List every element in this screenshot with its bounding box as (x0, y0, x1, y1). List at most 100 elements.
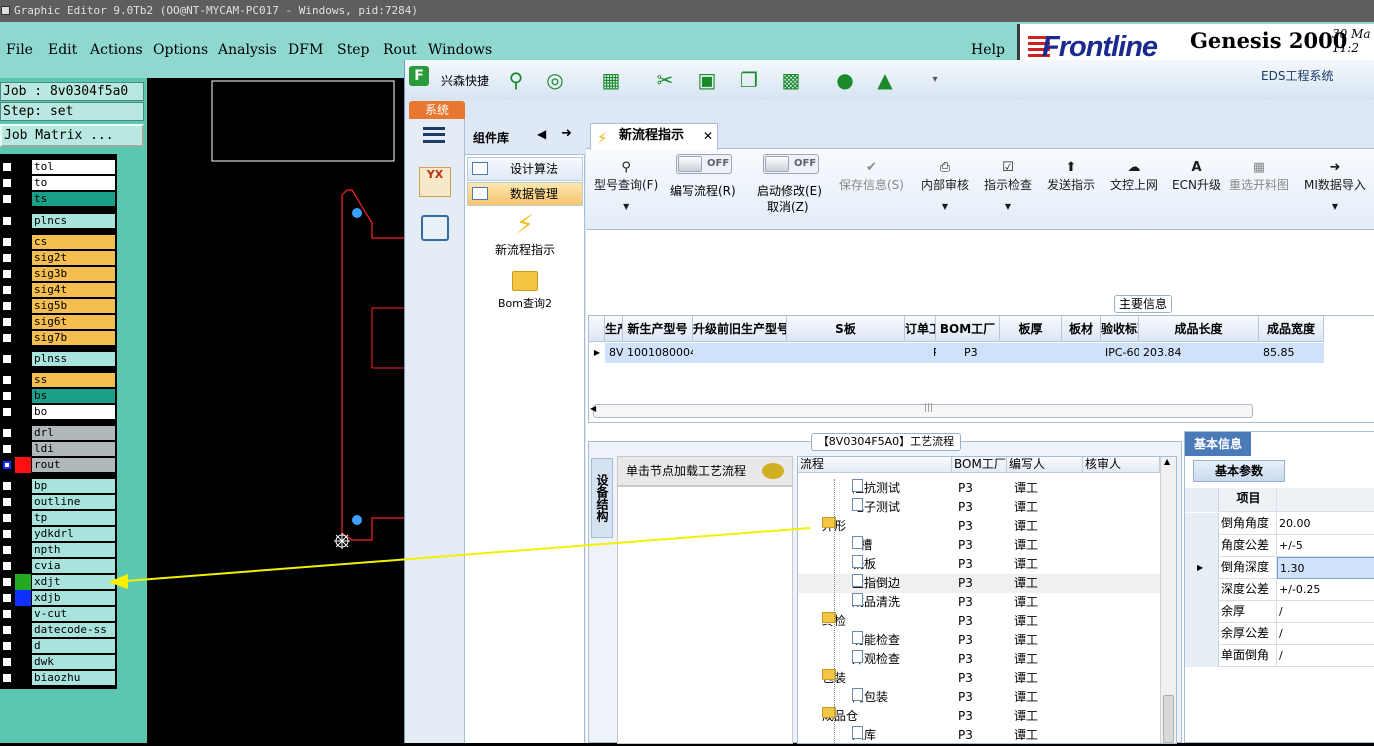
layer-checkbox[interactable] (2, 561, 12, 571)
layer-row-v-cut[interactable]: v-cut (0, 606, 116, 622)
grid-header-col-7[interactable]: 板材 (1062, 316, 1101, 342)
tab-close-icon[interactable]: ✕ (703, 124, 713, 148)
layer-name[interactable]: v-cut (31, 606, 116, 622)
tab-new-flow[interactable]: ⚡ 新流程指示 ✕ (590, 123, 718, 150)
tree-row[interactable]: −终检P3谭工 (798, 612, 1160, 631)
layer-name[interactable]: ss (31, 372, 116, 388)
user-icon[interactable]: ● (833, 68, 857, 92)
copy-icon[interactable]: ❐ (737, 68, 761, 92)
layer-checkbox[interactable] (2, 460, 12, 470)
layer-name[interactable]: ldi (31, 441, 116, 457)
layer-name[interactable]: cvia (31, 558, 116, 574)
layer-name[interactable]: bo (31, 404, 116, 420)
tab-basic-info[interactable]: 基本信息 (1185, 432, 1251, 456)
layer-checkbox[interactable] (2, 162, 12, 172)
layer-row-npth[interactable]: npth (0, 542, 116, 558)
layer-row-sig4t[interactable]: sig4t (0, 282, 116, 298)
tree-row[interactable]: 入库 P3 谭工 (798, 726, 1160, 743)
grid-cell-col-1[interactable]: 10010800042635 (623, 343, 693, 363)
grid-cell-col-3[interactable] (787, 343, 905, 363)
layer-row-bs[interactable]: bs (0, 388, 116, 404)
layer-name[interactable]: xdjt (31, 574, 116, 590)
layer-checkbox[interactable] (2, 375, 12, 385)
search-icon[interactable]: ⚲ (504, 68, 528, 92)
layer-name[interactable]: tol (31, 159, 116, 175)
layer-row-drl[interactable]: drl (0, 425, 116, 441)
layer-name[interactable]: drl (31, 425, 116, 441)
param-row[interactable]: 余厚公差 / (1185, 623, 1374, 645)
tree-row[interactable]: −包装P3谭工 (798, 669, 1160, 688)
layer-checkbox[interactable] (2, 609, 12, 619)
layer-name[interactable]: to (31, 175, 116, 191)
ribbon-ecn[interactable]: A ECN升级 (1172, 160, 1221, 193)
layer-row-ydkdrl[interactable]: ydkdrl (0, 526, 116, 542)
film-icon[interactable]: ▣ (695, 68, 719, 92)
menu-analysis[interactable]: Analysis (218, 42, 277, 58)
layer-checkbox[interactable] (2, 529, 12, 539)
layer-row-rout[interactable]: rout (0, 457, 116, 473)
factory-icon[interactable]: YX (419, 167, 451, 197)
layer-row-tol[interactable]: tol (0, 159, 116, 175)
menu-windows[interactable]: Windows (428, 42, 492, 58)
layer-row-sig7b[interactable]: sig7b (0, 330, 116, 346)
grid-header-col-6[interactable]: 板厚 (1000, 316, 1062, 342)
tree-row[interactable]: 金指倒边 P3 谭工 (798, 574, 1160, 593)
layer-name[interactable]: sig4t (31, 282, 116, 298)
layer-name[interactable]: sig3b (31, 266, 116, 282)
menu-dfm[interactable]: DFM (288, 42, 323, 58)
tree-scrollbar[interactable]: ▲ (1160, 457, 1176, 743)
grid-cell-col-7[interactable] (1062, 343, 1101, 363)
layer-row-cs[interactable]: cs (0, 234, 116, 250)
layer-row-sig3b[interactable]: sig3b (0, 266, 116, 282)
param-row[interactable]: 余厚 / (1185, 601, 1374, 623)
layer-name[interactable]: outline (31, 494, 116, 510)
menu-rout[interactable]: Rout (383, 42, 417, 58)
menu-file[interactable]: File (6, 42, 33, 58)
component-item-data[interactable]: 数据管理 (467, 182, 583, 206)
grid-icon[interactable]: ▩ (779, 68, 803, 92)
layer-name[interactable]: dwk (31, 654, 116, 670)
layer-row-bp[interactable]: bp (0, 478, 116, 494)
tile-new-flow[interactable]: ⚡ 新流程指示 (465, 209, 585, 261)
grid-cell-col-10[interactable]: 85.85 (1259, 343, 1324, 363)
layer-checkbox[interactable] (2, 513, 12, 523)
menu-edit[interactable]: Edit (48, 42, 77, 58)
layer-checkbox[interactable] (2, 407, 12, 417)
param-row[interactable]: 深度公差 +/-0.25 (1185, 579, 1374, 601)
layer-checkbox[interactable] (2, 481, 12, 491)
tree-row[interactable]: −外形P3谭工 (798, 517, 1160, 536)
param-row[interactable]: 角度公差 +/-5 (1185, 535, 1374, 557)
param-value[interactable]: / (1277, 645, 1374, 667)
menu-actions[interactable]: Actions (90, 42, 143, 58)
tree-row[interactable]: 外观检查 P3 谭工 (798, 650, 1160, 669)
pin-icon[interactable]: ➜ (561, 126, 572, 141)
tree-row[interactable]: −成品仓P3谭工 (798, 707, 1160, 726)
grid-header-col-9[interactable]: 成品长度 (1139, 316, 1259, 342)
layer-row-biaozhu[interactable]: biaozhu (0, 670, 116, 686)
layer-name[interactable]: sig2t (31, 250, 116, 266)
ribbon-save-info[interactable]: ✔ 保存信息(S) (839, 160, 904, 193)
layer-row-to[interactable]: to (0, 175, 116, 191)
job-matrix-button[interactable]: Job Matrix ... (0, 124, 144, 147)
layer-row-ss[interactable]: ss (0, 372, 116, 388)
layer-row-sig5b[interactable]: sig5b (0, 298, 116, 314)
layer-checkbox[interactable] (2, 673, 12, 683)
ribbon-start-edit[interactable]: OFF 启动修改(E) 取消(Z) (757, 152, 831, 214)
layer-row-datecode-ss[interactable]: datecode-ss (0, 622, 116, 638)
menu-help[interactable]: Help (971, 42, 1005, 58)
layer-checkbox[interactable] (2, 333, 12, 343)
grid-header-col-0[interactable]: 生产型号 (605, 316, 623, 342)
tree-row[interactable]: 电子测试 P3 谭工 (798, 498, 1160, 517)
grid-cell-col-0[interactable]: 8V0304F5A0 (605, 343, 623, 363)
tree-row[interactable]: 成品清洗 P3 谭工 (798, 593, 1160, 612)
ribbon-internal-audit[interactable]: ⎙ 内部审核 ▼ (921, 160, 969, 215)
layer-checkbox[interactable] (2, 625, 12, 635)
param-row[interactable]: 倒角角度 20.00 (1185, 513, 1374, 535)
layer-row-plncs[interactable]: plncs (0, 213, 116, 229)
layer-checkbox[interactable] (2, 237, 12, 247)
layer-checkbox[interactable] (2, 657, 12, 667)
component-item-design[interactable]: 设计算法 (467, 157, 583, 181)
param-value[interactable]: / (1277, 623, 1374, 645)
layer-name[interactable]: ts (31, 191, 116, 207)
layer-checkbox[interactable] (2, 354, 12, 364)
